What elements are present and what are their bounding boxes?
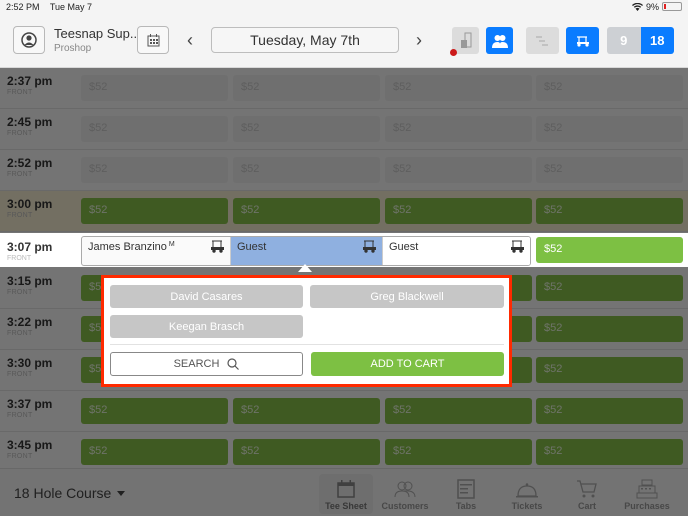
search-label: SEARCH	[173, 358, 220, 370]
player-name: Guest	[237, 241, 267, 253]
holes-toggle[interactable]: 9 18	[607, 27, 674, 54]
status-time: 2:52 PM	[6, 1, 40, 12]
search-button[interactable]: SEARCH	[110, 352, 303, 376]
suggestion-button[interactable]: Keegan Brasch	[110, 315, 303, 338]
door-icon	[460, 32, 471, 48]
member-badge: M	[168, 241, 175, 248]
search-icon	[227, 358, 240, 370]
stagger-list-icon	[535, 35, 548, 46]
calendar-icon	[147, 33, 159, 46]
golf-cart-button[interactable]	[566, 27, 599, 54]
battery-percent: 9%	[645, 1, 659, 12]
header: Teesnap Sup... Proshop ‹ Tuesday, May 7t…	[0, 13, 688, 68]
members-icon	[491, 34, 508, 48]
next-day-button[interactable]: ›	[411, 30, 427, 51]
status-bar: 2:52 PM Tue May 7 9%	[0, 0, 688, 13]
tee-side: FRONT	[7, 255, 32, 262]
battery-icon	[662, 2, 682, 11]
status-date: Tue May 7	[49, 1, 93, 12]
player-name: James Branzino	[88, 241, 167, 253]
date-display[interactable]: Tuesday, May 7th	[211, 27, 399, 53]
golf-cart-icon	[576, 35, 589, 47]
player-slot[interactable]: James Branzino M	[82, 237, 231, 265]
player-name: Guest	[389, 241, 419, 253]
members-button[interactable]	[486, 27, 513, 54]
shop-name: Teesnap Sup...	[54, 26, 141, 41]
popup-caret	[298, 264, 312, 272]
user-icon	[21, 32, 37, 48]
calendar-button[interactable]	[137, 26, 169, 54]
shop-subtitle: Proshop	[54, 43, 92, 54]
previous-day-button[interactable]: ‹	[182, 30, 198, 51]
golf-cart-icon	[211, 240, 224, 253]
active-tee-row: 3:07 pm FRONT James Branzino M Guest Gues…	[0, 233, 688, 267]
player-slot-selected[interactable]: Guest	[231, 237, 383, 265]
player-slot[interactable]: Guest	[383, 237, 530, 265]
holes-9-option[interactable]: 9	[607, 27, 641, 54]
divider	[110, 344, 504, 345]
suggestion-button[interactable]: Greg Blackwell	[310, 285, 504, 308]
modal-overlay-top[interactable]	[0, 68, 688, 233]
add-to-cart-button[interactable]: ADD TO CART	[311, 352, 504, 376]
profile-button[interactable]	[13, 26, 45, 54]
tee-time: 3:07 pm	[7, 240, 53, 254]
open-slot[interactable]: $52	[536, 237, 683, 263]
suggestion-button[interactable]: David Casares	[110, 285, 303, 308]
guest-assign-popup: David Casares Greg Blackwell Keegan Bras…	[101, 275, 512, 387]
holes-18-option[interactable]: 18	[640, 27, 674, 54]
booking-group: James Branzino M Guest Guest	[81, 236, 531, 266]
stagger-list-button[interactable]	[526, 27, 559, 54]
golf-cart-icon	[363, 240, 376, 253]
notification-dot	[450, 49, 457, 56]
golf-cart-icon	[511, 240, 524, 253]
wifi-icon	[631, 2, 643, 11]
